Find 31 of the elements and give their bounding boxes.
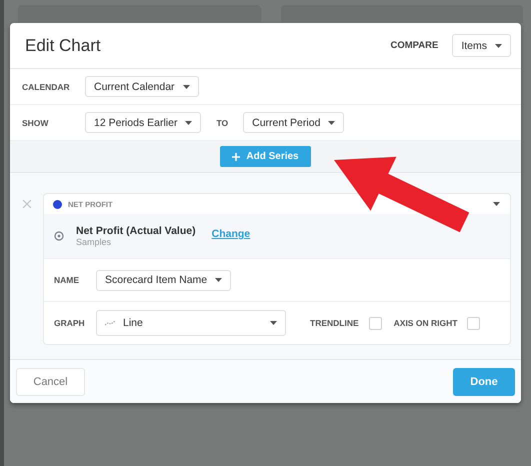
caret-icon xyxy=(185,120,192,124)
field-label: COMPARE xyxy=(390,40,438,51)
caret-icon xyxy=(495,44,502,48)
field-label: NAME xyxy=(54,275,80,285)
caret-icon[interactable] xyxy=(493,202,500,206)
plus-icon xyxy=(232,152,240,160)
field-label: TO xyxy=(216,118,228,128)
dropdown[interactable]: Items xyxy=(452,34,511,57)
dropdown[interactable]: Line xyxy=(96,310,286,336)
checkbox-label: TRENDLINE xyxy=(310,318,359,328)
dropdown[interactable]: Current Calendar xyxy=(85,76,199,97)
field-label: CALENDAR xyxy=(22,82,71,92)
checkbox-label: AXIS ON RIGHT xyxy=(394,318,458,328)
item-name: Net Profit (Actual Value) xyxy=(76,225,196,237)
line-chart-icon xyxy=(105,320,115,326)
caret-icon xyxy=(270,321,277,325)
item-source: Samples xyxy=(76,237,112,247)
field-label: GRAPH xyxy=(54,318,86,328)
close-icon[interactable] xyxy=(23,200,31,208)
cancel-button[interactable]: Cancel xyxy=(16,368,85,396)
dropdown[interactable]: 12 Periods Earlier xyxy=(85,112,202,133)
checkbox[interactable] xyxy=(467,316,480,330)
dialog-title: Edit Chart xyxy=(25,36,101,56)
dropdown[interactable]: Current Period xyxy=(243,112,344,133)
target-icon xyxy=(54,231,64,241)
checkbox[interactable] xyxy=(368,316,382,330)
caret-icon xyxy=(328,120,336,124)
caret-icon xyxy=(215,278,222,282)
field-label: SHOW xyxy=(22,118,50,128)
dropdown[interactable]: Scorecard Item Name xyxy=(96,270,232,290)
caret-icon xyxy=(182,84,190,88)
